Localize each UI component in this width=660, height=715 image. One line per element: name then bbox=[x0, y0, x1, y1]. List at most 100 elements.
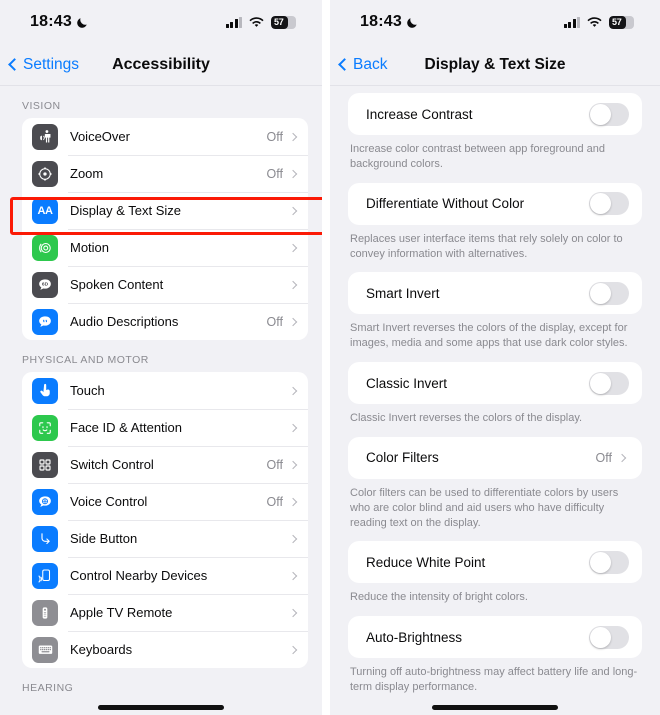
sidebar-item-label: Touch bbox=[70, 383, 105, 398]
setting-row-reduce-white-point[interactable]: Reduce White Point bbox=[348, 541, 642, 583]
chevron-right-icon bbox=[288, 206, 298, 215]
toggle-reduce-white-point[interactable] bbox=[589, 550, 629, 574]
footnote-color-filters: Color filters can be used to differentia… bbox=[350, 486, 619, 529]
sidebar-item-spoken-content[interactable]: 6D Spoken Content bbox=[22, 266, 308, 303]
sidebar-item-display-text-size[interactable]: AA Display & Text Size bbox=[22, 192, 308, 229]
home-indicator-left bbox=[98, 705, 224, 710]
display-text-size-list[interactable]: Increase Contrast Increase color contras… bbox=[330, 86, 660, 714]
setting-row-differentiate-without-color[interactable]: Differentiate Without Color bbox=[348, 183, 642, 225]
battery-percent-label: 57 bbox=[274, 17, 284, 27]
footnote-increase-contrast: Increase color contrast between app fore… bbox=[350, 143, 605, 170]
chevron-left-icon bbox=[338, 58, 351, 71]
sidebar-item-label: Display & Text Size bbox=[70, 203, 182, 218]
setting-row-auto-brightness[interactable]: Auto-Brightness bbox=[348, 616, 642, 658]
sidebar-item-apple-tv-remote[interactable]: Apple TV Remote bbox=[22, 594, 308, 631]
top-spacer bbox=[330, 86, 660, 93]
crescent-moon-icon bbox=[76, 16, 89, 29]
row-value: Off bbox=[266, 314, 283, 329]
chevron-right-icon bbox=[288, 608, 298, 617]
motion-icon bbox=[32, 234, 58, 261]
row-value: Off bbox=[266, 166, 283, 181]
footnote-smart-invert: Smart Invert reverses the colors of the … bbox=[350, 322, 628, 350]
home-indicator-right bbox=[432, 705, 558, 710]
back-button[interactable]: Back bbox=[330, 56, 387, 74]
sidebar-item-label: Zoom bbox=[70, 166, 104, 181]
status-bar-indicators: 57 bbox=[563, 15, 634, 29]
sidebar-item-switch-control[interactable]: Switch Control Off bbox=[22, 446, 308, 483]
toggle-increase-contrast[interactable] bbox=[589, 102, 629, 126]
touch-icon bbox=[32, 377, 58, 404]
setting-card-color-filters: Color Filters Off bbox=[348, 436, 642, 479]
setting-card-auto-brightness: Auto-Brightness bbox=[348, 616, 642, 659]
sidebar-item-voice-control[interactable]: Voice Control Off bbox=[22, 483, 308, 520]
audio-descriptions-icon bbox=[32, 308, 58, 335]
sidebar-item-control-nearby-devices[interactable]: Control Nearby Devices bbox=[22, 557, 308, 594]
toggle-classic-invert[interactable] bbox=[589, 371, 629, 395]
chevron-right-icon bbox=[617, 453, 627, 463]
left-phone-screen: 18:43 57 Settings Accessibility VISION V… bbox=[0, 0, 322, 715]
setting-card-classic-invert: Classic Invert bbox=[348, 362, 642, 405]
sidebar-item-keyboards[interactable]: Keyboards bbox=[22, 631, 308, 668]
clock-label: 18:43 bbox=[360, 13, 402, 30]
voice-control-icon bbox=[32, 488, 58, 515]
setting-card-increase-contrast: Increase Contrast bbox=[348, 93, 642, 135]
cellular-bars-icon bbox=[225, 16, 242, 28]
sidebar-item-side-button[interactable]: Side Button bbox=[22, 520, 308, 557]
chevron-right-icon bbox=[288, 243, 298, 252]
accessibility-list[interactable]: VISION VoiceOver Off Zoom Off AA Display… bbox=[0, 86, 322, 714]
zoom-icon bbox=[32, 160, 58, 187]
sidebar-item-label: Motion bbox=[70, 240, 110, 255]
setting-card-smart-invert: Smart Invert bbox=[348, 272, 642, 315]
setting-row-color-filters[interactable]: Color Filters Off bbox=[348, 437, 642, 479]
battery-icon: 57 bbox=[609, 15, 634, 29]
wifi-icon bbox=[587, 16, 602, 28]
nav-bar-right: Back Display & Text Size bbox=[330, 44, 660, 86]
setting-row-increase-contrast[interactable]: Increase Contrast bbox=[348, 93, 642, 135]
status-bar-left: 18:43 57 bbox=[0, 0, 322, 44]
sidebar-item-voiceover[interactable]: VoiceOver Off bbox=[22, 118, 308, 155]
setting-value: Off bbox=[595, 450, 612, 465]
physical-motor-card: Touch Face ID & Attention Switch Control… bbox=[22, 372, 308, 668]
chevron-right-icon bbox=[288, 386, 298, 395]
setting-label: Differentiate Without Color bbox=[366, 196, 525, 212]
sidebar-item-audio-descriptions[interactable]: Audio Descriptions Off bbox=[22, 303, 308, 340]
sidebar-item-touch[interactable]: Touch bbox=[22, 372, 308, 409]
chevron-right-icon bbox=[288, 423, 298, 432]
footnote-classic-invert: Classic Invert reverses the colors of th… bbox=[350, 412, 583, 425]
keyboards-icon bbox=[32, 636, 58, 663]
sidebar-item-motion[interactable]: Motion bbox=[22, 229, 308, 266]
chevron-right-icon bbox=[288, 497, 298, 506]
setting-label: Increase Contrast bbox=[366, 106, 473, 122]
back-to-settings-button[interactable]: Settings bbox=[0, 56, 79, 74]
status-bar-right: 18:43 57 bbox=[330, 0, 660, 44]
chevron-right-icon bbox=[288, 571, 298, 580]
svg-text:6D: 6D bbox=[42, 281, 49, 287]
sidebar-item-face-id-attention[interactable]: Face ID & Attention bbox=[22, 409, 308, 446]
chevron-right-icon bbox=[288, 645, 298, 654]
row-value: Off bbox=[266, 129, 283, 144]
status-bar-time-group: 18:43 bbox=[360, 13, 419, 31]
footnote-auto-brightness: Turning off auto-brightness may affect b… bbox=[350, 666, 638, 694]
side-button-icon bbox=[32, 525, 58, 552]
toggle-differentiate-without-color[interactable] bbox=[589, 192, 629, 216]
setting-row-smart-invert[interactable]: Smart Invert bbox=[348, 272, 642, 314]
chevron-right-icon bbox=[288, 280, 298, 289]
setting-row-classic-invert[interactable]: Classic Invert bbox=[348, 362, 642, 404]
sidebar-item-zoom[interactable]: Zoom Off bbox=[22, 155, 308, 192]
section-header-vision: VISION bbox=[22, 100, 61, 112]
sidebar-item-label: Face ID & Attention bbox=[70, 420, 183, 435]
status-bar-time-group: 18:43 bbox=[30, 13, 89, 31]
nav-bar-left: Settings Accessibility bbox=[0, 44, 322, 86]
back-button-label: Back bbox=[353, 55, 388, 73]
sidebar-item-label: Audio Descriptions bbox=[70, 314, 179, 329]
sidebar-item-label: Control Nearby Devices bbox=[70, 568, 208, 583]
spoken-content-icon: 6D bbox=[32, 271, 58, 298]
row-value: Off bbox=[266, 494, 283, 509]
chevron-right-icon bbox=[288, 317, 298, 326]
sidebar-item-label: Switch Control bbox=[70, 457, 154, 472]
voiceover-icon bbox=[32, 123, 58, 150]
toggle-auto-brightness[interactable] bbox=[589, 625, 629, 649]
battery-icon: 57 bbox=[271, 15, 296, 29]
toggle-smart-invert[interactable] bbox=[589, 281, 629, 305]
apple-tv-remote-icon bbox=[32, 599, 58, 626]
